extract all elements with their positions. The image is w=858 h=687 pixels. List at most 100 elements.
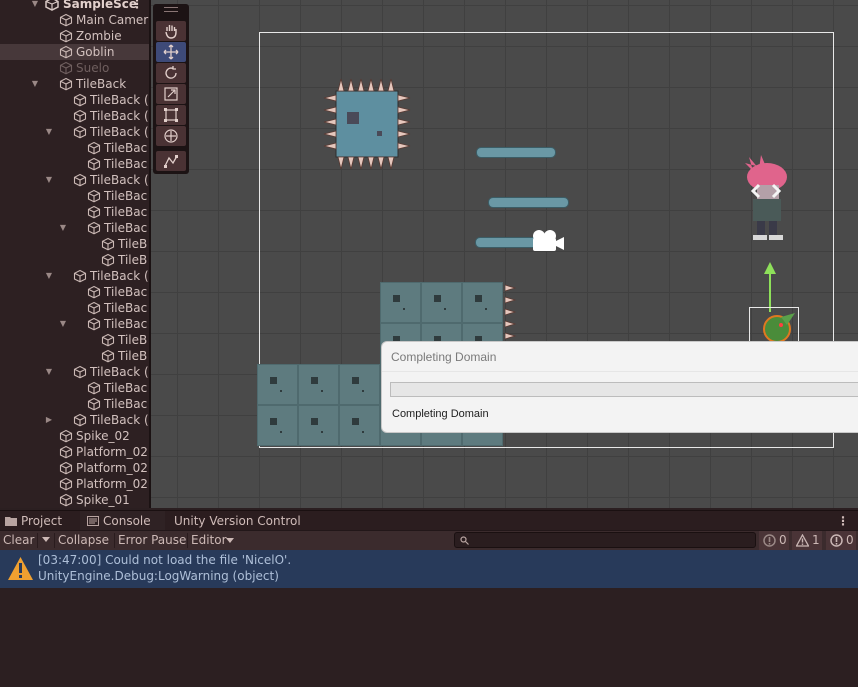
info-count-toggle[interactable]: 0	[826, 531, 856, 550]
zombie-sprite[interactable]	[739, 155, 799, 243]
chevron-down-icon	[226, 538, 234, 543]
hierarchy-item[interactable]: TileBac	[0, 140, 149, 156]
progress-dialog: Completing Domain Completing Domain	[381, 341, 858, 433]
editor-label: Editor	[191, 533, 227, 547]
console-search-input[interactable]	[454, 532, 756, 548]
expand-arrow-icon[interactable]: ▼	[44, 124, 54, 140]
hierarchy-item[interactable]: ▼ TileBack (	[0, 364, 149, 380]
expand-arrow-icon[interactable]: ▼	[44, 268, 54, 284]
collapse-toggle[interactable]: Collapse	[58, 531, 113, 550]
expand-arrow-icon[interactable]: ▼	[30, 0, 40, 12]
tab-project[interactable]: Project	[0, 511, 74, 531]
hierarchy-item[interactable]: ▶ TileBack (	[0, 412, 149, 428]
error-count-toggle[interactable]: 0	[759, 531, 789, 550]
hierarchy-item[interactable]: TileBac	[0, 380, 149, 396]
hierarchy-item[interactable]: Platform_02	[0, 476, 149, 492]
progress-bar	[390, 382, 858, 397]
editor-dropdown[interactable]: Editor	[191, 531, 237, 550]
hierarchy-item[interactable]: TileBac	[0, 156, 149, 172]
error-pause-toggle[interactable]: Error Pause	[118, 531, 186, 550]
rotate-icon	[165, 66, 177, 79]
tab-version-control-label: Unity Version Control	[174, 514, 301, 528]
rect-tool-button[interactable]	[156, 105, 186, 125]
spike-side-sprite[interactable]	[505, 283, 517, 343]
panel-menu-icon[interactable]: ⋮	[837, 511, 849, 531]
console-log-list[interactable]: [03:47:00] Could not load the file 'Nice…	[0, 550, 858, 687]
hierarchy-item[interactable]: Suelo	[0, 60, 149, 76]
transform-tool-button[interactable]	[156, 126, 186, 146]
scene-tools-overlay[interactable]	[153, 4, 189, 174]
collapse-arrow-icon[interactable]: ▶	[44, 412, 54, 428]
hierarchy-item-label: Suelo	[76, 61, 110, 75]
tile	[257, 405, 298, 446]
expand-arrow-icon[interactable]: ▼	[44, 364, 54, 380]
gameobject-cube-icon	[87, 221, 101, 235]
gameobject-cube-icon	[87, 157, 101, 171]
hand-tool-button[interactable]	[156, 21, 186, 41]
hierarchy-item[interactable]: Zombie	[0, 28, 149, 44]
spike-block[interactable]	[323, 78, 413, 170]
hierarchy-item[interactable]: TileBac	[0, 204, 149, 220]
hierarchy-item[interactable]: Goblin	[0, 44, 149, 60]
hierarchy-item[interactable]: TileBack (	[0, 108, 149, 124]
warning-count-toggle[interactable]: 1	[792, 531, 822, 550]
camera-gizmo-icon[interactable]	[529, 228, 565, 254]
hierarchy-item[interactable]: Spike_02	[0, 428, 149, 444]
collapse-label: Collapse	[58, 533, 109, 547]
clear-button[interactable]: Clear	[3, 531, 37, 550]
spike-block-sprite	[323, 78, 411, 170]
hierarchy-item[interactable]: TileB	[0, 348, 149, 364]
hierarchy-item[interactable]: TileBack (	[0, 92, 149, 108]
hierarchy-item-label: TileBack	[76, 77, 127, 91]
hierarchy-item-label: TileBac	[104, 397, 148, 411]
rect-transform-icon	[164, 108, 178, 122]
hierarchy-item[interactable]: TileBac	[0, 300, 149, 316]
platform[interactable]	[476, 147, 556, 158]
move-y-axis-gizmo[interactable]	[763, 262, 777, 312]
hierarchy-item[interactable]: TileBac	[0, 284, 149, 300]
custom-tool-button[interactable]	[156, 151, 186, 171]
overlay-grip[interactable]	[164, 7, 178, 12]
log-entry[interactable]: [03:47:00] Could not load the file 'Nice…	[0, 550, 858, 588]
hierarchy-item[interactable]: ▼ TileBack (	[0, 124, 149, 140]
hierarchy-item[interactable]: Platform_02	[0, 460, 149, 476]
hierarchy-item[interactable]: TileBac	[0, 396, 149, 412]
hierarchy-scene-row[interactable]: ▼ SampleSce ⋮	[0, 0, 149, 12]
clear-options-dropdown[interactable]	[40, 531, 52, 550]
hierarchy-item-label: Platform_02	[76, 461, 148, 475]
hierarchy-item-label: TileBac	[104, 189, 148, 203]
hierarchy-item[interactable]: ▼ TileBack	[0, 76, 149, 92]
hierarchy-item[interactable]: Spike_01	[0, 492, 149, 508]
hierarchy-item[interactable]: TileB	[0, 332, 149, 348]
hierarchy-item[interactable]: TileB	[0, 252, 149, 268]
platform[interactable]	[488, 197, 569, 208]
hierarchy-panel[interactable]: ▼ SampleSce ⋮ Main Camera Zombie Goblin Sue…	[0, 0, 149, 508]
hierarchy-item[interactable]: TileB	[0, 236, 149, 252]
hierarchy-item[interactable]: ▼ TileBac	[0, 220, 149, 236]
hierarchy-item[interactable]: ▼ TileBac	[0, 316, 149, 332]
error-icon	[763, 534, 776, 547]
hierarchy-item-label: TileBac	[104, 301, 148, 315]
hierarchy-item[interactable]: Main Camera	[0, 12, 149, 28]
dialog-separator	[382, 371, 858, 372]
rotate-tool-button[interactable]	[156, 63, 186, 83]
expand-arrow-icon[interactable]: ▼	[30, 76, 40, 92]
hierarchy-item[interactable]: ▼ TileBack (	[0, 268, 149, 284]
hierarchy-item-label: TileB	[118, 237, 148, 251]
gameobject-cube-icon	[59, 461, 73, 475]
hierarchy-item[interactable]: ▼ TileBack (	[0, 172, 149, 188]
expand-arrow-icon[interactable]: ▼	[44, 172, 54, 188]
tile	[339, 364, 380, 405]
goblin-sprite[interactable]	[761, 311, 801, 343]
expand-arrow-icon[interactable]: ▼	[58, 316, 68, 332]
warning-icon	[796, 534, 809, 547]
tab-version-control[interactable]: Unity Version Control	[174, 511, 304, 531]
scale-tool-button[interactable]	[156, 84, 186, 104]
expand-arrow-icon[interactable]: ▼	[58, 220, 68, 236]
hierarchy-item[interactable]: TileBac	[0, 188, 149, 204]
hierarchy-item[interactable]: Platform_02	[0, 444, 149, 460]
move-tool-button[interactable]	[156, 42, 186, 62]
tab-console[interactable]: Console	[80, 511, 165, 531]
transform-icon	[164, 129, 178, 143]
scene-menu-icon[interactable]: ⋮	[131, 0, 143, 12]
